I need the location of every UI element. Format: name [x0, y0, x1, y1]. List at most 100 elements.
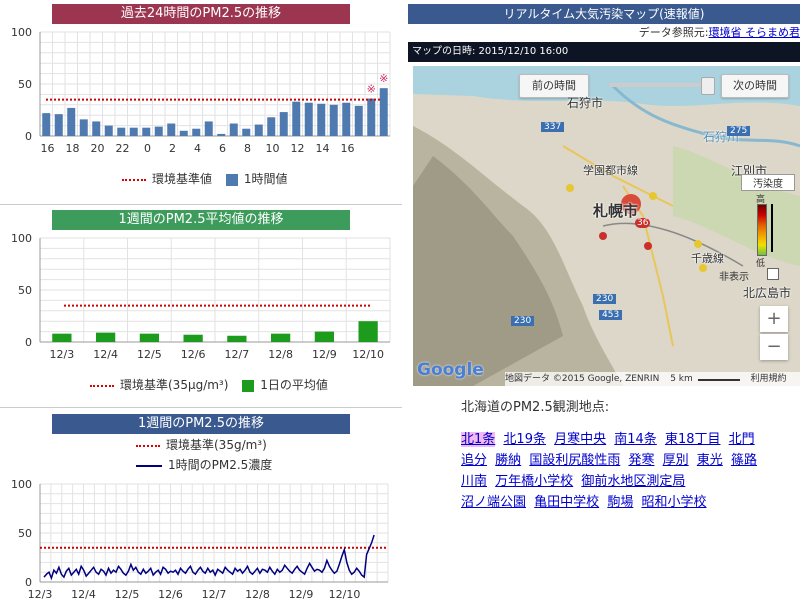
map-footer: 地図データ ©2015 Google, ZENRIN 5 km 利用規約	[505, 372, 800, 386]
data-bar	[192, 128, 201, 136]
station-link[interactable]: 万年橋小学校	[495, 474, 573, 489]
x-tick-label: 14	[316, 142, 330, 155]
station-link[interactable]: 川南	[461, 474, 487, 489]
station-list-heading: 北海道のPM2.5観測地点:	[461, 400, 610, 415]
series-swatch	[242, 379, 255, 392]
station-link[interactable]: 駒場	[607, 495, 633, 510]
legend-scale	[757, 204, 767, 256]
label-road-230a: 230	[593, 294, 617, 304]
data-bar	[67, 107, 76, 136]
station-link[interactable]: 追分	[461, 453, 487, 468]
divider	[0, 407, 402, 408]
x-tick-label: 12/6	[181, 348, 206, 361]
map-scale-bar	[697, 379, 740, 381]
x-tick-label: 22	[116, 142, 130, 155]
x-tick-label: 12/5	[137, 348, 162, 361]
series-swatch	[136, 464, 162, 467]
divider	[0, 204, 402, 205]
x-tick-label: 12	[291, 142, 305, 155]
station-links: 北1条 北19条 月寒中央 南14条 東18丁目 北門 追分 勝納 国設利尻酸性…	[461, 429, 761, 513]
terms-link[interactable]: 利用規約	[751, 374, 787, 384]
x-tick-label: 2	[169, 142, 176, 155]
legend-title: 汚染度	[741, 174, 795, 191]
data-bar	[54, 114, 63, 136]
chart-24h-legend: 環境基準値 1時間値	[122, 170, 287, 187]
series-swatch	[225, 173, 238, 186]
station-link[interactable]: 北19条	[503, 432, 546, 447]
data-line	[43, 534, 375, 581]
station-link[interactable]: 昭和小学校	[641, 495, 706, 510]
legend-series-label: 1時間値	[243, 172, 288, 186]
x-tick-label: 12/7	[202, 588, 227, 601]
data-bar	[304, 102, 313, 136]
chart-weekly-hourly-panel: 1週間のPM2.5の推移 環境基準(35g/m³) 1時間のPM2.5濃度 05…	[0, 410, 400, 614]
x-tick-label: 10	[266, 142, 280, 155]
station-link[interactable]: 勝納	[495, 453, 521, 468]
zoom-in-button[interactable]: +	[760, 306, 788, 332]
data-bar	[227, 335, 247, 342]
pollution-legend: 汚染度 高 低 非表示	[719, 174, 795, 294]
x-tick-label: 16	[341, 142, 355, 155]
annotation-mark: ※	[379, 72, 388, 85]
chart-24h-panel: 過去24時間のPM2.5の推移 0 50 100 16 18 20 22 0 2 4 6 8 10 12 1…	[0, 0, 400, 200]
x-tick-label: 12/4	[71, 588, 96, 601]
y-tick-label: 0	[25, 130, 32, 143]
x-tick-label: 12/10	[329, 588, 361, 601]
slider-handle[interactable]	[701, 77, 715, 95]
station-link[interactable]: 厚別	[663, 453, 689, 468]
data-bar	[229, 123, 238, 136]
station-link[interactable]: 東光	[697, 453, 723, 468]
legend-series-label: 1時間のPM2.5濃度	[168, 458, 273, 472]
station-link[interactable]: 南14条	[614, 432, 657, 447]
station-link[interactable]: 北門	[729, 432, 755, 447]
x-tick-label: 8	[244, 142, 251, 155]
station-link[interactable]: 御前水地区測定局	[581, 474, 685, 489]
next-hour-button[interactable]: 次の時間	[721, 74, 789, 98]
station-link[interactable]: 北1条	[461, 432, 496, 447]
data-bar	[379, 88, 388, 136]
x-tick-label: 12/9	[312, 348, 337, 361]
legend-series-label: 1日の平均値	[260, 378, 328, 392]
zoom-out-button[interactable]: −	[760, 334, 788, 360]
x-tick-label: 12/3	[50, 348, 75, 361]
hide-checkbox[interactable]	[767, 268, 779, 280]
label-sapporo: 札幌市	[593, 202, 639, 220]
legend-standard-label: 環境基準値	[152, 172, 213, 186]
data-bar	[79, 119, 88, 136]
map-source: データ参照元:環境省 そらまめ君	[408, 24, 800, 42]
station-list: 北海道のPM2.5観測地点: 北1条 北19条 月寒中央 南14条 東18丁目 …	[461, 396, 761, 513]
google-logo: Google	[417, 360, 484, 380]
station-link[interactable]: 国設利尻酸性雨	[529, 453, 620, 468]
chart-weekly-hourly-legend-series: 1時間のPM2.5濃度	[136, 456, 272, 473]
station-link[interactable]: 発寒	[628, 453, 654, 468]
x-tick-label: 12/4	[93, 348, 118, 361]
station-link[interactable]: 東18丁目	[665, 432, 721, 447]
station-link[interactable]: 亀田中学校	[534, 495, 599, 510]
station-link[interactable]: 篠路	[731, 453, 757, 468]
data-bar	[314, 331, 334, 342]
hide-label: 非表示	[719, 272, 749, 283]
data-bar	[329, 104, 338, 136]
chart-weekly-avg-legend: 環境基準(35μg/m³) 1日の平均値	[90, 376, 328, 393]
pollution-map[interactable]: 前の時間 次の時間 石狩市 札幌市 江別市 北広島市 石狩川 学園都市線 千歳線…	[413, 66, 800, 386]
legend-low: 低	[756, 259, 766, 269]
x-tick-label: 12/10	[352, 348, 384, 361]
chart-weekly-avg-plot: 0 50 100 12/3 12/4 12/5 12/6 12/7 12/8 12/9 12/10	[11, 232, 391, 361]
x-tick-label: 12/8	[245, 588, 270, 601]
station-link[interactable]: 沼ノ端公園	[461, 495, 526, 510]
time-slider[interactable]	[609, 77, 715, 95]
data-bar	[358, 321, 378, 342]
station-link[interactable]: 月寒中央	[554, 432, 606, 447]
map-title: リアルタイム大気汚染マップ(速報値)	[408, 4, 800, 24]
map-source-link[interactable]: 環境省 そらまめ君	[709, 26, 801, 39]
x-tick-label: 12/8	[268, 348, 293, 361]
data-bar	[52, 333, 72, 342]
standard-line-swatch	[90, 384, 114, 387]
x-tick-label: 6	[219, 142, 226, 155]
y-tick-label: 50	[18, 527, 32, 540]
data-bar	[142, 127, 151, 136]
label-road-230b: 230	[511, 316, 535, 326]
data-bar	[279, 112, 288, 136]
x-tick-label: 12/6	[158, 588, 183, 601]
y-tick-label: 50	[18, 284, 32, 297]
